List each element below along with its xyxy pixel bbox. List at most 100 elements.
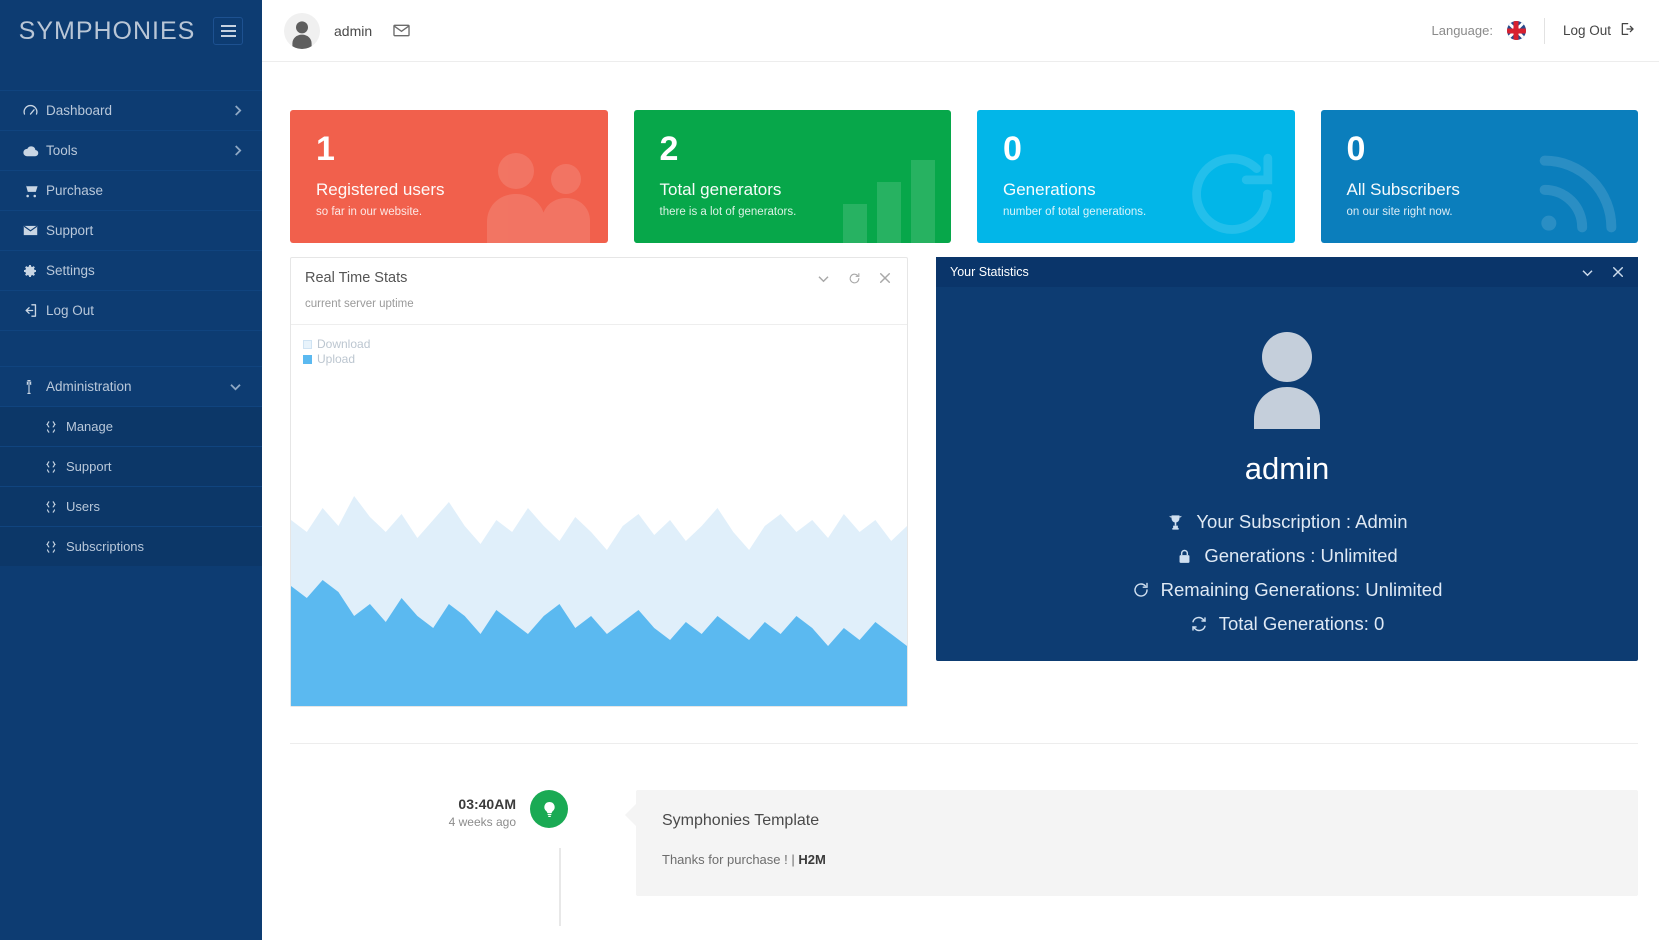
statistics-line-text: Remaining Generations: Unlimited [1161,579,1443,601]
braces-icon [44,540,66,554]
sidebar-item-label: Log Out [46,303,242,318]
admin-icon [22,379,46,395]
sidebar-item-admin-support[interactable]: Support [0,446,262,486]
stat-title: Registered users [316,180,608,200]
legend-item-upload[interactable]: Upload [303,352,907,367]
statistics-lines: Your Subscription : Admin Generations : [1132,511,1443,635]
speedometer-icon [22,102,46,119]
sidebar-toggle-button[interactable] [213,17,243,45]
chevron-right-icon [233,144,242,157]
statistics-line-text: Total Generations: 0 [1219,613,1385,635]
sidebar-item-label: Settings [46,263,242,278]
sidebar-group-administration[interactable]: Administration [0,366,262,406]
timeline-card-brand: H2M [798,852,825,867]
burger-bar [221,30,236,32]
timeline: 03:40AM 4 weeks ago Symphonies Template [262,744,1659,926]
user-avatar [1241,329,1333,429]
logout-button[interactable]: Log Out [1563,21,1635,40]
refresh-icon [1132,581,1150,599]
avatar[interactable] [284,13,320,49]
statistics-line-text: Generations : Unlimited [1204,545,1397,567]
collapse-icon[interactable] [817,274,830,283]
panel-title: Real Time Stats [305,270,407,286]
stat-card-all-subscribers[interactable]: 0 All Subscribers on our site right now. [1321,110,1639,243]
chevron-right-icon [233,104,242,117]
chart-legend: Download Upload [291,337,907,367]
sidebar-item-users[interactable]: Users [0,486,262,526]
sidebar-divider [0,330,262,366]
content-scroll: 1 Registered users so far in our website… [262,62,1659,940]
stat-title: Total generators [660,180,952,200]
your-statistics-panel: Your Statistics [936,257,1638,661]
area-chart [291,406,907,706]
lock-icon [1176,548,1193,565]
braces-icon [44,500,66,514]
stat-card-total-generators[interactable]: 2 Total generators there is a lot of gen… [634,110,952,243]
statistics-line-total: Total Generations: 0 [1190,613,1385,635]
braces-icon [44,460,66,474]
panel-title: Your Statistics [950,265,1029,279]
sidebar-item-logout[interactable]: Log Out [0,290,262,330]
burger-bar [221,35,236,37]
timeline-relative: 4 weeks ago [290,815,516,829]
sidebar-item-dashboard[interactable]: Dashboard [0,90,262,130]
sidebar-item-tools[interactable]: Tools [0,130,262,170]
timeline-card-body: Thanks for purchase ! | H2M [662,852,1612,867]
stat-card-generations[interactable]: 0 Generations number of total generation… [977,110,1295,243]
sidebar-item-settings[interactable]: Settings [0,250,262,290]
uk-flag-icon[interactable] [1507,21,1526,40]
logout-icon [22,302,46,319]
chevron-down-icon [229,382,242,391]
stat-subtitle: so far in our website. [316,206,608,218]
timeline-hour: 03:40AM [290,796,516,812]
sidebar-item-label: Manage [66,419,242,434]
sidebar-item-manage[interactable]: Manage [0,406,262,446]
logout-label: Log Out [1563,23,1611,38]
refresh-icon[interactable] [848,272,861,285]
panels-row: Real Time Stats [262,243,1659,707]
stat-value: 1 [316,132,608,166]
cloud-icon [22,142,46,160]
statistics-panel-header: Your Statistics [936,257,1638,287]
nav-spacer [0,62,262,90]
stat-value: 0 [1003,132,1295,166]
chart-svg [291,406,907,706]
panel-tools [1581,266,1624,278]
statistics-line-subscription: Your Subscription : Admin [1166,511,1407,533]
timeline-axis [559,848,561,926]
sidebar-item-subscriptions[interactable]: Subscriptions [0,526,262,566]
sidebar-item-purchase[interactable]: Purchase [0,170,262,210]
sidebar: SYMPHONIES Dashboard [0,0,262,940]
sidebar-item-label: Support [66,459,242,474]
panel-tools [817,272,891,285]
language-label: Language: [1432,23,1493,38]
legend-swatch [303,340,312,349]
close-icon[interactable] [879,272,891,284]
stat-value: 0 [1347,132,1639,166]
top-bar: admin Language: Log Out [262,0,1659,62]
stat-value: 2 [660,132,952,166]
main-area: admin Language: Log Out [262,0,1659,940]
realtime-chart-body: Download Upload [291,324,907,706]
legend-item-download[interactable]: Download [303,337,907,352]
app-root: SYMPHONIES Dashboard [0,0,1659,940]
stat-subtitle: there is a lot of generators. [660,206,952,218]
stat-card-registered-users[interactable]: 1 Registered users so far in our website… [290,110,608,243]
statistics-line-generations: Generations : Unlimited [1176,545,1397,567]
close-icon[interactable] [1612,266,1624,278]
timeline-card-text: Thanks for purchase ! | [662,852,798,867]
envelope-icon[interactable] [392,21,411,40]
statistics-panel-body: admin [936,287,1638,661]
timeline-entry: 03:40AM 4 weeks ago Symphonies Template [290,790,1638,896]
stat-cards: 1 Registered users so far in our website… [262,62,1659,243]
stat-title: Generations [1003,180,1295,200]
collapse-icon[interactable] [1581,268,1594,277]
divider [1544,18,1545,44]
lightbulb-icon[interactable] [530,790,568,828]
sidebar-item-label: Users [66,499,242,514]
realtime-panel-header: Real Time Stats [291,258,907,298]
sidebar-item-support[interactable]: Support [0,210,262,250]
brand-row: SYMPHONIES [0,0,262,62]
legend-label: Upload [317,352,355,367]
cart-icon [22,182,46,199]
